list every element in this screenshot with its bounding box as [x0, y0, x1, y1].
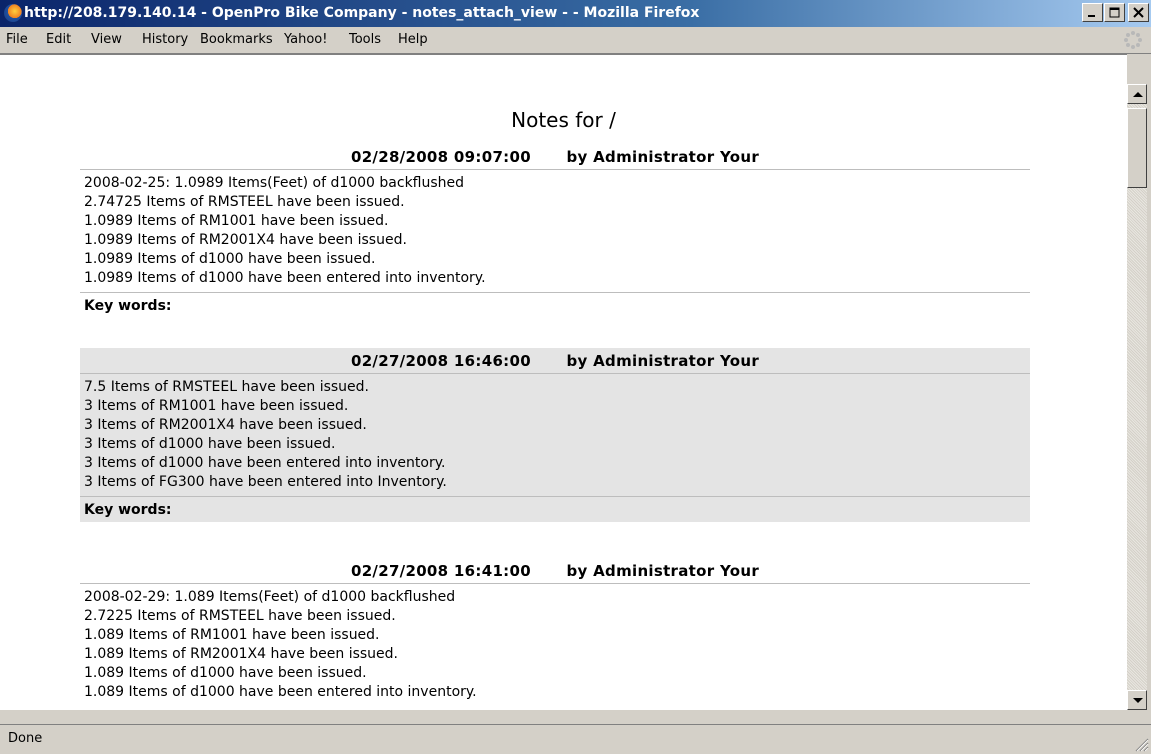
note-line: 1.0989 Items of d1000 have been entered …: [84, 270, 486, 286]
menu-history[interactable]: History: [142, 27, 188, 53]
note-line: 1.089 Items of RM2001X4 have been issued…: [84, 646, 399, 662]
note-datetime: 02/27/2008 16:46:00: [350, 352, 531, 370]
note-author: by Administrator Your: [566, 148, 760, 166]
note-line: 7.5 Items of RMSTEEL have been issued.: [84, 379, 369, 395]
note-author: by Administrator Your: [566, 562, 760, 580]
note-keywords-label: Key words:: [80, 292, 1030, 318]
note-body: 2008-02-25: 1.0989 Items(Feet) of d1000 …: [80, 170, 1030, 292]
window-titlebar[interactable]: http://208.179.140.14 - OpenPro Bike Com…: [0, 0, 1151, 27]
content-top: [0, 54, 1127, 84]
note-body: 7.5 Items of RMSTEEL have been issued. 3…: [80, 374, 1030, 496]
scroll-up-button[interactable]: [1127, 84, 1147, 104]
note-line: 2008-02-29: 1.089 Items(Feet) of d1000 b…: [84, 589, 456, 605]
note-line: 1.0989 Items of RM2001X4 have been issue…: [84, 232, 407, 248]
window-title: http://208.179.140.14 - OpenPro Bike Com…: [24, 5, 700, 21]
note-line: 2.7225 Items of RMSTEEL have been issued…: [84, 608, 396, 624]
note-entry: 02/27/2008 16:46:00 by Administrator You…: [80, 348, 1030, 522]
close-icon: [1133, 7, 1144, 18]
note-line: 3 Items of d1000 have been issued.: [84, 436, 336, 452]
scroll-thumb[interactable]: [1127, 108, 1147, 188]
note-header: 02/27/2008 16:46:00 by Administrator You…: [80, 348, 1030, 374]
page-title: Notes for /: [511, 108, 616, 132]
note-line: 1.0989 Items of RM1001 have been issued.: [84, 213, 389, 229]
minimize-button[interactable]: [1082, 3, 1103, 22]
note-datetime: 02/28/2008 09:07:00: [350, 148, 531, 166]
note-header: 02/27/2008 16:41:00 by Administrator You…: [80, 558, 1030, 584]
note-author: by Administrator Your: [566, 352, 760, 370]
note-entry: 02/28/2008 09:07:00 by Administrator You…: [80, 144, 1030, 318]
menu-tools[interactable]: Tools: [349, 27, 381, 53]
note-line: 2.74725 Items of RMSTEEL have been issue…: [84, 194, 405, 210]
maximize-icon: [1109, 7, 1120, 18]
menu-bar: File Edit View History Bookmarks Yahoo! …: [0, 27, 1151, 54]
menu-file[interactable]: File: [6, 27, 28, 53]
note-datetime: 02/27/2008 16:41:00: [350, 562, 531, 580]
menu-help[interactable]: Help: [398, 27, 428, 53]
note-body: 2008-02-29: 1.089 Items(Feet) of d1000 b…: [80, 584, 1030, 706]
arrow-down-icon: [1133, 698, 1143, 703]
note-line: 3 Items of RM1001 have been issued.: [84, 398, 349, 414]
note-line: 3 Items of FG300 have been entered into …: [84, 474, 447, 490]
throbber-icon: [1124, 31, 1142, 49]
note-line: 1.089 Items of d1000 have been entered i…: [84, 684, 477, 700]
status-text: Done: [8, 731, 43, 746]
status-bar: Done: [0, 724, 1151, 754]
menu-view[interactable]: View: [91, 27, 122, 53]
minimize-icon: [1088, 15, 1095, 17]
firefox-icon: [4, 4, 22, 22]
resize-grip-icon[interactable]: [1133, 736, 1149, 752]
note-line: 3 Items of d1000 have been entered into …: [84, 455, 446, 471]
maximize-button[interactable]: [1104, 3, 1125, 22]
vertical-scrollbar[interactable]: [1127, 84, 1147, 710]
arrow-up-icon: [1133, 92, 1143, 97]
note-line: 3 Items of RM2001X4 have been issued.: [84, 417, 367, 433]
window-controls: [1081, 3, 1149, 22]
note-line: 1.089 Items of RM1001 have been issued.: [84, 627, 380, 643]
close-button[interactable]: [1128, 3, 1149, 22]
scroll-down-button[interactable]: [1127, 690, 1147, 710]
note-line: 2008-02-25: 1.0989 Items(Feet) of d1000 …: [84, 175, 465, 191]
note-keywords-label: Key words:: [80, 496, 1030, 522]
note-line: 1.089 Items of d1000 have been issued.: [84, 665, 367, 681]
menu-edit[interactable]: Edit: [46, 27, 71, 53]
note-line: 1.0989 Items of d1000 have been issued.: [84, 251, 376, 267]
note-header: 02/28/2008 09:07:00 by Administrator You…: [80, 144, 1030, 170]
menu-yahoo[interactable]: Yahoo!: [284, 27, 327, 53]
window-frame-right: [1147, 54, 1151, 754]
menu-bookmarks[interactable]: Bookmarks: [200, 27, 273, 53]
note-entry: 02/27/2008 16:41:00 by Administrator You…: [80, 558, 1030, 710]
